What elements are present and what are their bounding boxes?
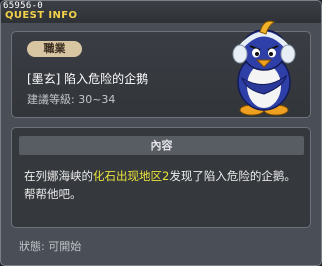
penguin-npc-icon [232,20,296,116]
quest-description: 在列娜海峡的化石出现地区2发现了陷入危险的企鹅。帮帮他吧。 [24,167,304,203]
quest-info-window: 65956-0 QUEST INFO 職業 [墨玄] 陷入危险的企鹅 建議等級:… [0,0,322,266]
job-badge: 職業 [27,41,82,57]
highlight-location[interactable]: 化石出现地区2 [93,169,169,183]
content-header: 內容 [19,136,304,155]
description-text-1: 在列娜海峡的 [24,169,93,183]
quest-status: 狀態: 可開始 [19,240,82,253]
quest-info-panel: 職業 [墨玄] 陷入危险的企鹅 建議等級: 30~34 [11,20,311,118]
quest-name: [墨玄] 陷入危险的企鹅 [27,72,149,86]
quest-content-panel: 內容 在列娜海峡的化石出现地区2发现了陷入危险的企鹅。帮帮他吧。 [11,127,311,228]
window-title: QUEST INFO [5,10,78,21]
recommended-level: 建議等級: 30~34 [27,93,116,106]
